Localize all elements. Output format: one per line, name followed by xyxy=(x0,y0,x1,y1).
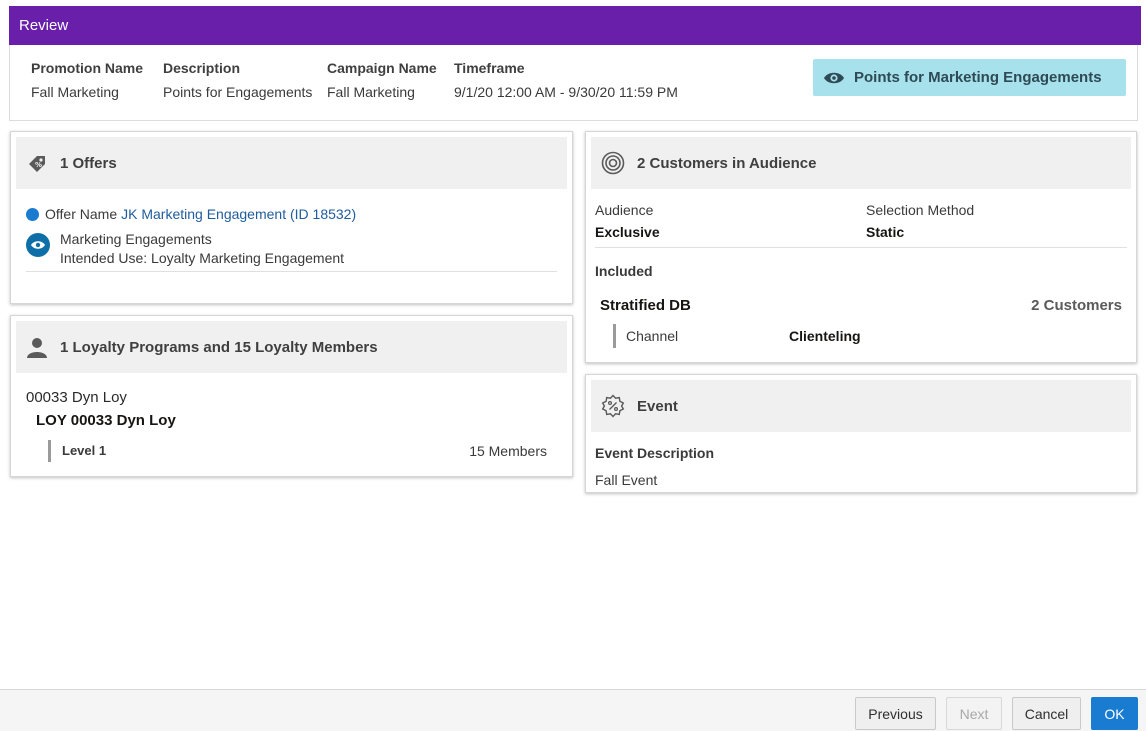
offers-divider xyxy=(26,271,557,272)
promotion-type-badge: Points for Marketing Engagements xyxy=(813,59,1126,96)
offer-type: Marketing Engagements xyxy=(60,231,212,247)
audience-card: 2 Customers in Audience Audience Exclusi… xyxy=(585,131,1137,363)
target-icon xyxy=(601,151,625,175)
event-card: Event Event Description Fall Event xyxy=(585,374,1137,493)
selection-method-field: Selection Method Static xyxy=(866,202,974,240)
loyalty-members-count: 15 Members xyxy=(469,443,547,459)
campaign-name-field: Campaign Name Fall Marketing xyxy=(327,60,437,100)
description-value: Points for Engagements xyxy=(163,84,313,100)
channel-label: Channel xyxy=(626,328,679,344)
dialog-title: Review xyxy=(19,17,69,34)
loyalty-card-header: 1 Loyalty Programs and 15 Loyalty Member… xyxy=(16,321,567,373)
offer-name-link[interactable]: JK Marketing Engagement (ID 18532) xyxy=(121,206,356,222)
level-indent-bar xyxy=(48,440,51,462)
person-icon xyxy=(27,338,47,358)
loyalty-level: Level 1 xyxy=(62,443,107,458)
loyalty-card: 1 Loyalty Programs and 15 Loyalty Member… xyxy=(10,315,573,477)
description-label: Description xyxy=(163,60,241,76)
offer-status-dot-icon xyxy=(26,207,39,221)
eye-icon xyxy=(824,72,844,83)
campaign-name-value: Fall Marketing xyxy=(327,84,415,100)
offer-detail: Marketing Engagements Intended Use: Loya… xyxy=(26,231,344,266)
ok-button[interactable]: OK xyxy=(1091,697,1138,730)
loyalty-program-title: LOY 00033 Dyn Loy xyxy=(36,412,176,429)
timeframe-value: 9/1/20 12:00 AM - 9/30/20 11:59 PM xyxy=(454,84,678,100)
loyalty-program-name: 00033 Dyn Loy xyxy=(26,389,127,406)
loyalty-heading: 1 Loyalty Programs and 15 Loyalty Member… xyxy=(60,338,378,356)
event-description-value: Fall Event xyxy=(595,472,658,488)
svg-text:%: % xyxy=(35,161,42,169)
dialog-title-bar: Review xyxy=(9,6,1141,45)
audience-value: Exclusive xyxy=(595,224,660,240)
campaign-name-label: Campaign Name xyxy=(327,60,437,76)
segment-name: Stratified DB xyxy=(600,297,691,314)
channel-indent-bar xyxy=(613,324,616,348)
description-field: Description Points for Engagements xyxy=(163,60,312,100)
audience-label: Audience xyxy=(595,202,654,218)
timeframe-label: Timeframe xyxy=(454,60,525,76)
cancel-button[interactable]: Cancel xyxy=(1012,697,1081,730)
offer-intended-use: Intended Use: Loyalty Marketing Engageme… xyxy=(60,250,345,266)
dialog-footer: Previous Next Cancel OK xyxy=(0,689,1146,731)
offers-card: % 1 Offers Offer Name JK Marketing Engag… xyxy=(10,131,573,304)
percent-badge-icon xyxy=(601,394,625,418)
promotion-name-value: Fall Marketing xyxy=(31,84,119,100)
promotion-name-label: Promotion Name xyxy=(31,60,144,76)
event-heading: Event xyxy=(637,397,678,415)
promotion-name-field: Promotion Name Fall Marketing xyxy=(31,60,143,100)
audience-card-header: 2 Customers in Audience xyxy=(591,137,1131,189)
selection-method-label: Selection Method xyxy=(866,202,975,218)
event-card-header: Event xyxy=(591,380,1131,432)
offers-card-header: % 1 Offers xyxy=(16,137,567,189)
promotion-type-badge-label: Points for Marketing Engagements xyxy=(854,69,1102,86)
event-description-label: Event Description xyxy=(595,445,715,461)
offer-eye-icon xyxy=(26,233,50,257)
tag-icon: % xyxy=(29,156,45,172)
offer-name-label: Offer Name xyxy=(45,206,118,222)
segment-customer-count: 2 Customers xyxy=(1031,297,1122,314)
offers-heading: 1 Offers xyxy=(60,154,117,172)
previous-button[interactable]: Previous xyxy=(855,697,936,730)
offer-name-row: Offer Name JK Marketing Engagement (ID 1… xyxy=(26,206,356,222)
included-label: Included xyxy=(595,263,653,279)
audience-divider xyxy=(595,247,1127,248)
audience-heading: 2 Customers in Audience xyxy=(637,154,817,172)
timeframe-field: Timeframe 9/1/20 12:00 AM - 9/30/20 11:5… xyxy=(454,60,678,100)
promotion-summary: Promotion Name Fall Marketing Descriptio… xyxy=(9,45,1138,121)
audience-field: Audience Exclusive xyxy=(595,202,660,240)
channel-value: Clienteling xyxy=(789,328,861,344)
next-button[interactable]: Next xyxy=(946,697,1002,730)
selection-method-value: Static xyxy=(866,224,905,240)
